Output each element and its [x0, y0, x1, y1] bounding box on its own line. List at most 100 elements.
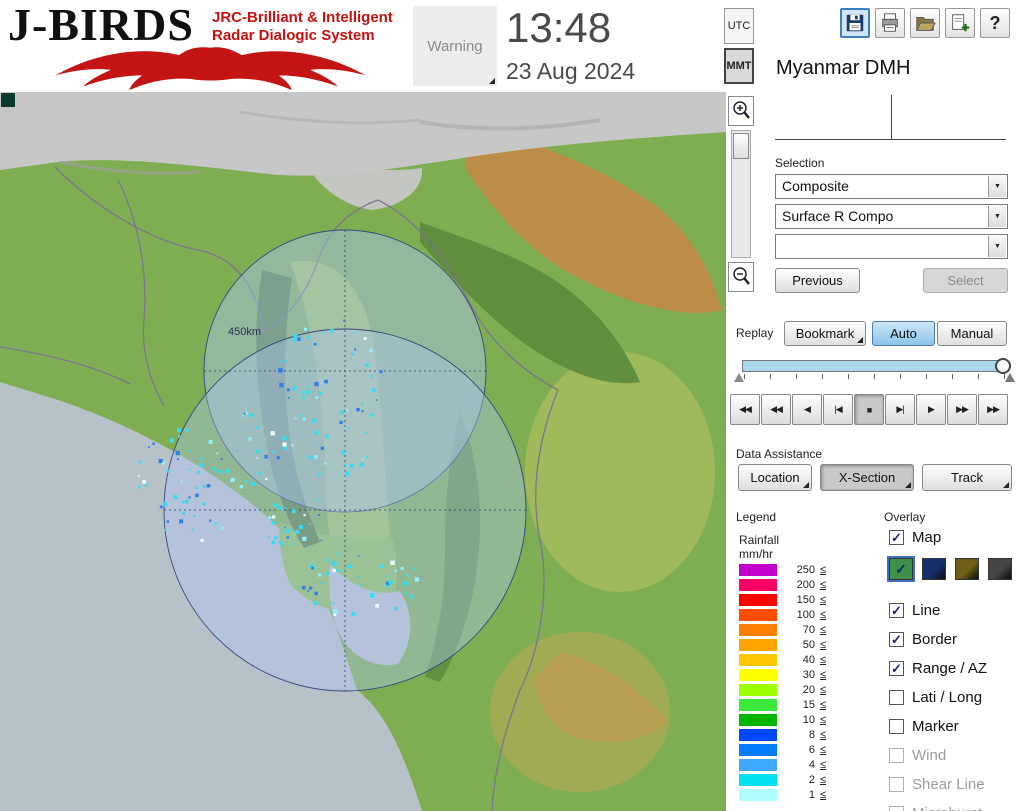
print-button[interactable]: [875, 8, 905, 38]
map-color-swatch-4[interactable]: [988, 558, 1012, 580]
legend-threshold-link[interactable]: ≤: [820, 579, 826, 591]
timeline-handle[interactable]: [995, 358, 1011, 374]
checkbox-marker[interactable]: [889, 718, 904, 734]
legend-row: 250 ≤: [739, 563, 826, 576]
legend-row: 10 ≤: [739, 713, 826, 726]
legend-value: 6: [808, 743, 815, 756]
utc-button[interactable]: UTC: [724, 8, 754, 44]
legend-threshold-link[interactable]: ≤: [820, 564, 826, 576]
timeline-start-marker[interactable]: [734, 373, 744, 382]
map-color-swatch-3[interactable]: [955, 558, 979, 580]
xsection-button[interactable]: X-Section: [820, 464, 914, 491]
playback-stop-button[interactable]: ■: [854, 394, 884, 425]
location-button[interactable]: Location: [738, 464, 812, 491]
open-folder-button[interactable]: [910, 8, 940, 38]
playback-jump-start-button[interactable]: ◀◀: [730, 394, 760, 425]
overlay-item-border[interactable]: ✓ Border: [889, 630, 1030, 648]
checkbox-lati-long[interactable]: [889, 689, 904, 705]
playback-jump-end-button[interactable]: ▶▶: [978, 394, 1008, 425]
playback-fast-forward-button[interactable]: ▶▶: [947, 394, 977, 425]
legend-value: 200: [796, 578, 815, 591]
map-color-swatch-1[interactable]: ✓: [887, 556, 915, 582]
zoom-slider-thumb[interactable]: [733, 133, 749, 159]
legend-value: 70: [802, 623, 815, 636]
timeline-ticks: [744, 374, 1005, 379]
timeline-track[interactable]: [742, 358, 1011, 374]
timeline-end-marker[interactable]: [1005, 373, 1015, 382]
legend-color-swatch: [739, 773, 777, 786]
mmt-button[interactable]: MMT: [724, 48, 754, 84]
playback-step-back-button[interactable]: |◀: [823, 394, 853, 425]
legend-threshold-link[interactable]: ≤: [820, 684, 826, 696]
legend-color-swatch: [739, 623, 777, 636]
data-assistance-label: Data Assistance: [736, 447, 823, 461]
checkbox-line[interactable]: ✓: [889, 602, 904, 618]
playback-fast-rewind-button[interactable]: ◀◀: [761, 394, 791, 425]
legend-threshold-link[interactable]: ≤: [820, 714, 826, 726]
legend-threshold-link[interactable]: ≤: [820, 609, 826, 621]
legend-row: 20 ≤: [739, 683, 826, 696]
legend-unit-line1: Rainfall: [739, 533, 780, 547]
legend-threshold-link[interactable]: ≤: [820, 744, 826, 756]
playback-controls: ◀◀ ◀◀ ◀ |◀ ■ ▶| ▶ ▶▶ ▶▶: [730, 394, 1009, 425]
chevron-down-icon[interactable]: [988, 176, 1006, 197]
track-button[interactable]: Track: [922, 464, 1012, 491]
playback-play-reverse-button[interactable]: ◀: [792, 394, 822, 425]
product-option-dropdown[interactable]: [775, 234, 1008, 259]
legend-threshold-link[interactable]: ≤: [820, 624, 826, 636]
radar-map-viewport[interactable]: 450km: [0, 92, 726, 811]
playback-play-forward-button[interactable]: ▶: [916, 394, 946, 425]
legend-color-swatch: [739, 638, 777, 651]
playback-step-forward-button[interactable]: ▶|: [885, 394, 915, 425]
help-button[interactable]: ?: [980, 8, 1010, 38]
zoom-slider[interactable]: [731, 130, 751, 258]
radar-map[interactable]: 450km: [0, 92, 726, 811]
manual-replay-button[interactable]: Manual: [937, 321, 1007, 346]
legend-row: 50 ≤: [739, 638, 826, 651]
legend-value: 40: [802, 653, 815, 666]
legend-threshold-link[interactable]: ≤: [820, 654, 826, 666]
menu-corner-icon: [1003, 482, 1009, 488]
legend-threshold-link[interactable]: ≤: [820, 774, 826, 786]
legend-unit: Rainfall mm/hr: [739, 533, 779, 561]
overlay-item-map[interactable]: ✓ Map: [889, 529, 1030, 546]
legend-threshold-link[interactable]: ≤: [820, 759, 826, 771]
overlay-item-line[interactable]: ✓ Line: [889, 602, 1030, 619]
overlay-item-lati-long[interactable]: Lati / Long: [889, 689, 1030, 706]
legend-threshold-link[interactable]: ≤: [820, 669, 826, 681]
chevron-down-icon[interactable]: [988, 206, 1006, 227]
chevron-down-icon[interactable]: [988, 236, 1006, 257]
legend-color-swatch: [739, 608, 777, 621]
overlay-item-wind: Wind: [889, 747, 1030, 764]
zoom-in-button[interactable]: [728, 96, 754, 126]
legend-threshold-link[interactable]: ≤: [820, 789, 826, 801]
warning-button[interactable]: Warning: [413, 6, 497, 86]
checkbox-border[interactable]: ✓: [889, 631, 904, 647]
legend-threshold-link[interactable]: ≤: [820, 729, 826, 741]
zoom-out-button[interactable]: [728, 262, 754, 292]
overlay-item-range-az[interactable]: ✓ Range / AZ: [889, 660, 1030, 677]
replay-section-label: Replay: [736, 326, 774, 340]
tagline-line1: JRC-Brilliant & Intelligent: [212, 9, 393, 26]
legend-unit-line2: mm/hr: [739, 547, 773, 561]
previous-button[interactable]: Previous: [775, 268, 860, 293]
overlay-label-border: Border: [912, 630, 958, 648]
legend-row: 1 ≤: [739, 788, 826, 801]
product-group-dropdown[interactable]: Composite: [775, 174, 1008, 199]
save-button[interactable]: [840, 8, 870, 38]
map-color-swatch-2[interactable]: [922, 558, 946, 580]
legend-color-swatch: [739, 578, 777, 591]
bookmark-button[interactable]: Bookmark: [784, 321, 866, 346]
legend-threshold-link[interactable]: ≤: [820, 639, 826, 651]
radar-info-box[interactable]: [775, 95, 1006, 140]
replay-timeline[interactable]: [734, 358, 1015, 390]
product-dropdown[interactable]: Surface R Compo: [775, 204, 1008, 229]
checkbox-range-az[interactable]: ✓: [889, 660, 904, 676]
overlay-item-marker[interactable]: Marker: [889, 718, 1030, 735]
export-button[interactable]: [945, 8, 975, 38]
checkbox-map[interactable]: ✓: [889, 529, 904, 545]
legend-threshold-link[interactable]: ≤: [820, 594, 826, 606]
control-panel: Selection Composite Surface R Compo Prev…: [726, 92, 1030, 811]
auto-replay-button[interactable]: Auto: [872, 321, 935, 346]
legend-threshold-link[interactable]: ≤: [820, 699, 826, 711]
